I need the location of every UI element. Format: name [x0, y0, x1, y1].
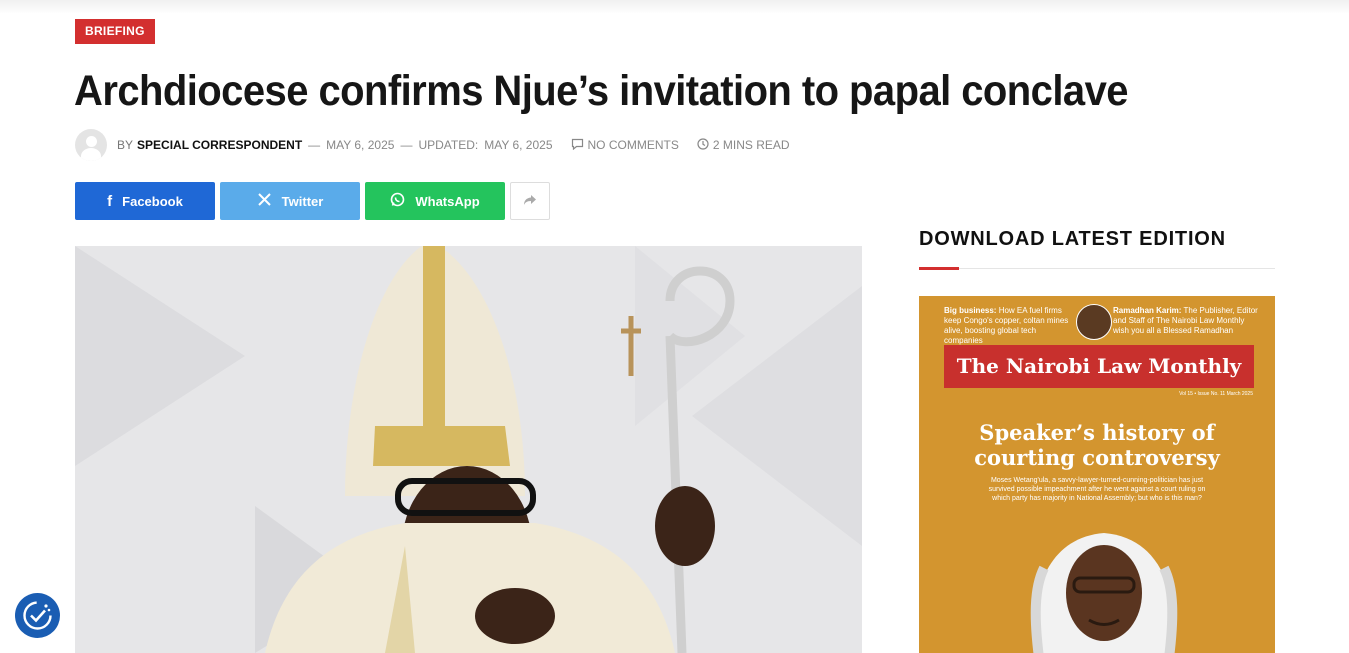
clock-icon: [697, 137, 709, 153]
share-twitter-button[interactable]: Twitter: [220, 182, 360, 220]
article-title: Archdiocese confirms Njue’s invitation t…: [74, 67, 1129, 115]
share-icon: [523, 194, 537, 209]
cover-portrait: [1030, 533, 1178, 653]
article-meta: BY SPECIAL CORRESPONDENT — MAY 6, 2025 —…: [75, 129, 790, 161]
comment-icon: [571, 138, 584, 153]
meta-dash: —: [308, 138, 321, 152]
facebook-icon: f: [107, 192, 113, 210]
cover-teaser-left: Big business: How EA fuel firms keep Con…: [944, 306, 1069, 345]
cover-headline: Speaker’s history of courting controvers…: [974, 420, 1220, 470]
share-twitter-label: Twitter: [281, 193, 324, 209]
read-time: 2 MINS READ: [712, 138, 790, 152]
header-shadow: [0, 0, 1349, 14]
meta-dash: —: [400, 138, 413, 152]
category-badge[interactable]: BRIEFING: [75, 19, 155, 44]
sidebar-divider: [919, 268, 1275, 269]
cover-issue: Vol 15 • Issue No. 11 March 2025: [1179, 391, 1253, 397]
cardinal-photo: [75, 246, 862, 653]
cover-dek: Moses Wetang'ula, a savvy-lawyer-turned-…: [988, 477, 1206, 502]
accessibility-button[interactable]: [15, 593, 60, 638]
byline-prefix: BY: [117, 138, 134, 152]
updated-date: MAY 6, 2025: [484, 138, 553, 152]
x-icon: [257, 192, 272, 211]
publish-date: MAY 6, 2025: [326, 138, 395, 152]
sidebar-title: DOWNLOAD LATEST EDITION: [919, 228, 1226, 250]
share-whatsapp-button[interactable]: WhatsApp: [365, 182, 505, 220]
share-facebook-button[interactable]: f Facebook: [75, 182, 215, 220]
updated-label: UPDATED:: [418, 138, 479, 152]
more-share-button[interactable]: [510, 182, 550, 220]
cover-thumbnail: [1076, 304, 1112, 340]
author-link[interactable]: SPECIAL CORRESPONDENT: [137, 138, 302, 152]
share-whatsapp-label: WhatsApp: [415, 193, 480, 209]
latest-edition-cover[interactable]: Big business: How EA fuel firms keep Con…: [919, 296, 1275, 653]
cover-teaser-right: Ramadhan Karim: The Publisher, Editor an…: [1113, 306, 1258, 335]
sidebar-accent: [919, 267, 959, 270]
featured-image: [75, 246, 862, 653]
comments-link[interactable]: NO COMMENTS: [588, 138, 679, 152]
cover-masthead: The Nairobi Law Monthly: [944, 345, 1254, 388]
share-facebook-label: Facebook: [122, 193, 183, 209]
whatsapp-icon: [390, 192, 405, 211]
accessibility-icon: [23, 601, 52, 630]
author-avatar[interactable]: [75, 129, 107, 161]
